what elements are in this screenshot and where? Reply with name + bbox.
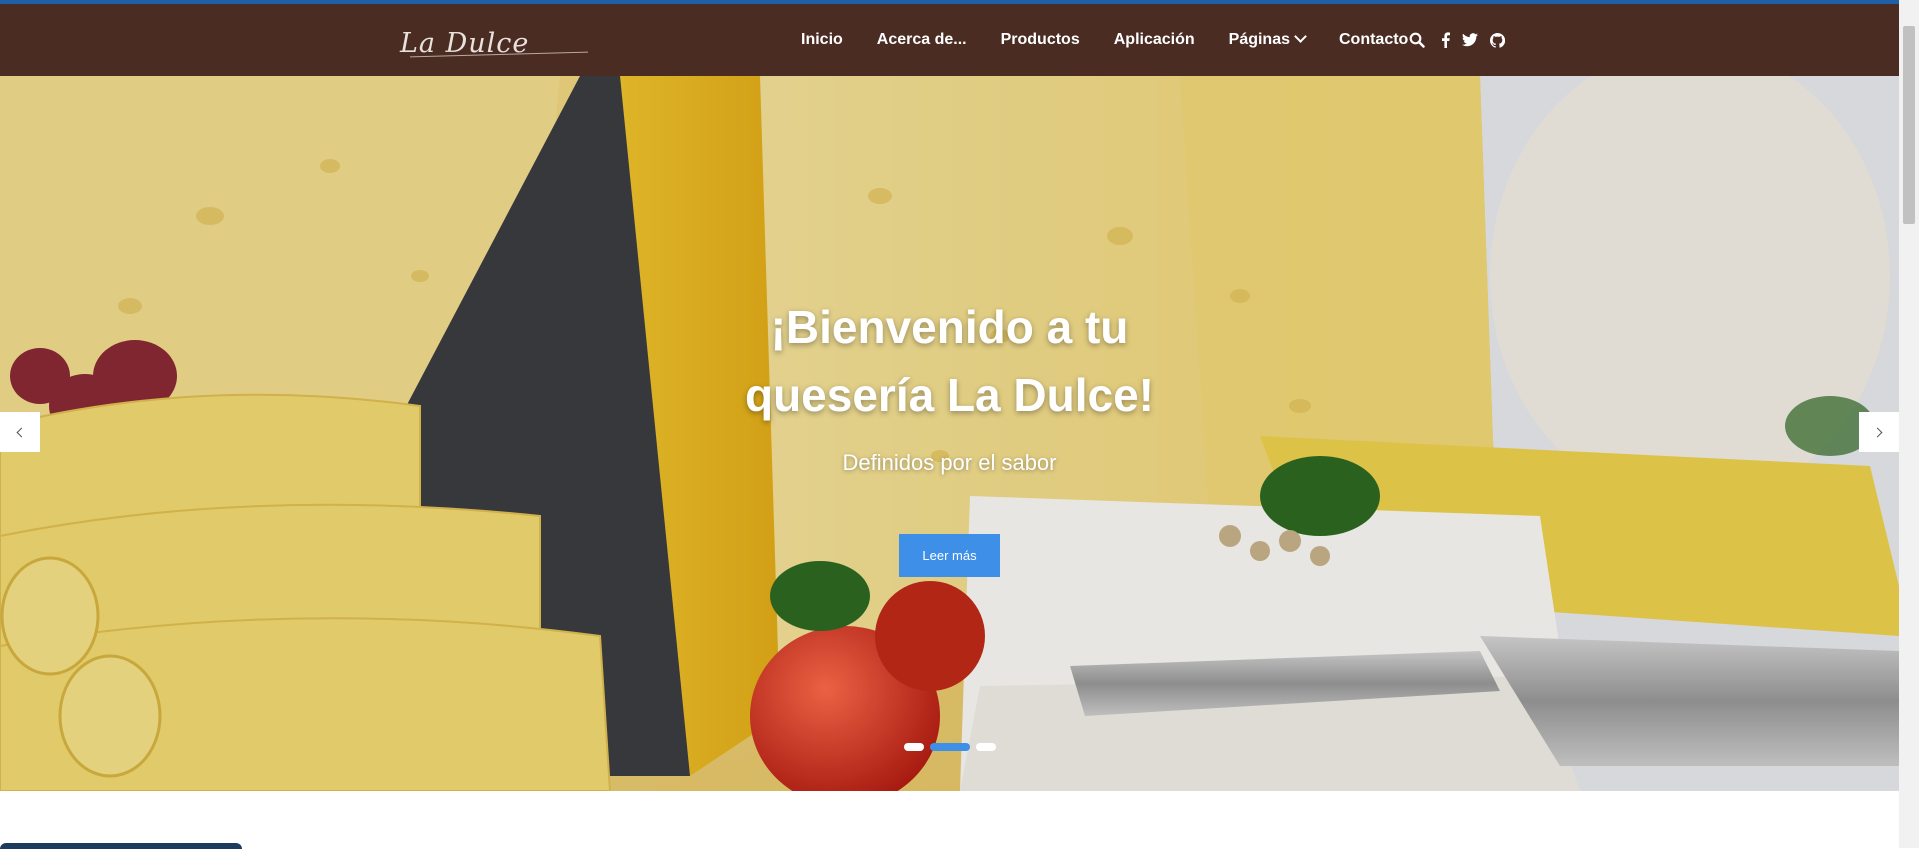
twitter-icon[interactable] [1462, 33, 1478, 47]
next-section-tab [0, 843, 242, 849]
main-nav: Inicio Acerca de... Productos Aplicación… [801, 4, 1408, 76]
carousel-next-button[interactable] [1859, 412, 1899, 452]
carousel-indicator-3[interactable] [975, 743, 996, 751]
nav-item-acerca-de[interactable]: Acerca de... [877, 31, 967, 49]
nav-item-contacto[interactable]: Contacto [1339, 31, 1408, 49]
chevron-left-icon [16, 427, 27, 437]
carousel-prev-button[interactable] [0, 412, 40, 452]
search-icon[interactable] [1409, 32, 1425, 48]
hero-title-line1: ¡Bienvenido a tu [770, 301, 1129, 353]
nav-item-productos[interactable]: Productos [1001, 31, 1080, 49]
carousel-indicators [0, 743, 1899, 751]
nav-item-inicio[interactable]: Inicio [801, 31, 843, 49]
read-more-button[interactable]: Leer más [899, 534, 1000, 577]
carousel-indicator-1[interactable] [903, 743, 924, 751]
hero-title: ¡Bienvenido a tu quesería La Dulce! [0, 293, 1899, 429]
nav-item-aplicacion[interactable]: Aplicación [1114, 31, 1195, 49]
navbar: La Dulce Inicio Acerca de... Productos A… [0, 4, 1899, 76]
scrollbar-thumb[interactable] [1903, 26, 1915, 224]
nav-icons [1409, 4, 1517, 76]
facebook-icon[interactable] [1441, 32, 1450, 48]
hero-overlay [0, 76, 1899, 791]
hero-title-line2: quesería La Dulce! [744, 369, 1155, 421]
carousel-indicator-2[interactable] [929, 743, 970, 751]
github-icon[interactable] [1490, 32, 1505, 48]
hero-subtitle: Definidos por el sabor [842, 450, 1057, 475]
nav-item-paginas-dropdown[interactable]: Páginas [1228, 30, 1307, 49]
chevron-right-icon [1872, 427, 1883, 437]
chevron-down-icon [1294, 30, 1307, 43]
hero-carousel: ¡Bienvenido a tu quesería La Dulce! Defi… [0, 76, 1899, 791]
nav-item-paginas-label: Páginas [1228, 31, 1290, 48]
